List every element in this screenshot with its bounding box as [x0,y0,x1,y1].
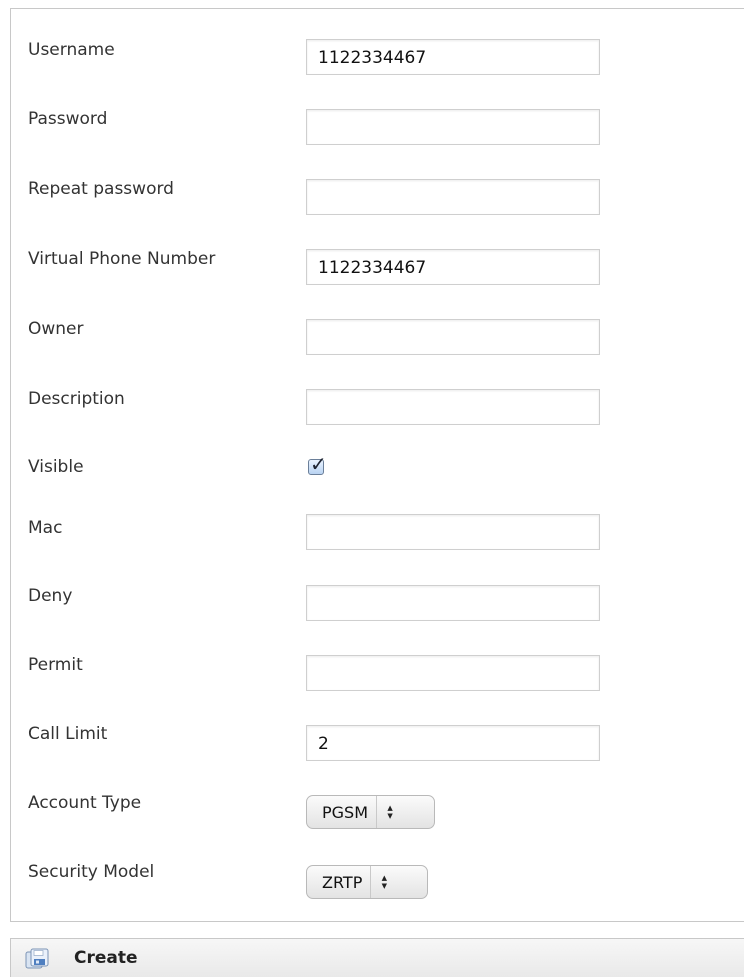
select-arrows-icon: ▲ ▼ [370,866,397,898]
visible-checkbox[interactable]: ✓ [308,454,327,475]
deny-input[interactable] [306,585,600,621]
call-limit-input[interactable]: 2 [306,725,600,761]
account-type-label: Account Type [28,793,142,813]
description-input[interactable] [306,389,600,425]
virtual-phone-number-label: Virtual Phone Number [28,249,216,269]
account-type-select[interactable]: PGSM ▲ ▼ [306,795,435,829]
permit-row: Permit [11,654,744,694]
checkmark-icon: ✓ [310,452,327,476]
virtual-phone-number-row: Virtual Phone Number 1122334467 [11,248,744,288]
deny-row: Deny [11,585,744,625]
owner-input[interactable] [306,319,600,355]
description-label: Description [28,389,125,409]
deny-label: Deny [28,586,73,606]
account-form: Username 1122334467 Password Repeat pass… [10,8,744,922]
account-type-selected-value: PGSM [322,802,369,822]
form-action-bar: Create [10,938,744,977]
create-button-label: Create [74,948,138,968]
mac-input[interactable] [306,514,600,550]
description-row: Description [11,388,744,428]
save-icon [25,948,49,970]
username-row: Username 1122334467 [11,39,744,79]
security-model-row: Security Model ZRTP ▲ ▼ [11,861,744,901]
owner-row: Owner [11,318,744,358]
username-label: Username [28,40,115,60]
permit-input[interactable] [306,655,600,691]
mac-label: Mac [28,518,63,538]
visible-row: Visible ✓ [11,454,744,496]
visible-label: Visible [28,457,84,477]
repeat-password-row: Repeat password [11,178,744,218]
password-label: Password [28,109,108,129]
security-model-select[interactable]: ZRTP ▲ ▼ [306,865,428,899]
owner-label: Owner [28,319,84,339]
call-limit-row: Call Limit 2 [11,723,744,763]
repeat-password-label: Repeat password [28,179,174,199]
password-input[interactable] [306,109,600,145]
account-type-row: Account Type PGSM ▲ ▼ [11,792,744,832]
create-button[interactable]: Create [11,939,171,977]
password-row: Password [11,108,744,148]
username-input[interactable]: 1122334467 [306,39,600,75]
mac-row: Mac [11,514,744,557]
virtual-phone-number-input[interactable]: 1122334467 [306,249,600,285]
select-arrows-icon: ▲ ▼ [376,796,403,828]
repeat-password-input[interactable] [306,179,600,215]
permit-label: Permit [28,655,83,675]
call-limit-label: Call Limit [28,724,108,744]
security-model-selected-value: ZRTP [322,872,363,892]
security-model-label: Security Model [28,862,155,882]
